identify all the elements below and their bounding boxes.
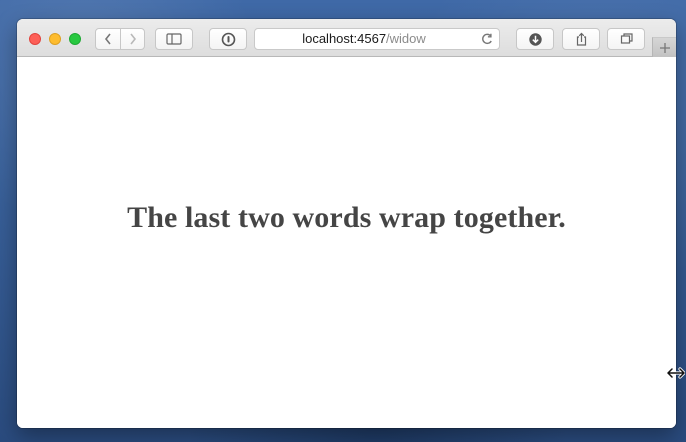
- chevron-right-icon: [130, 33, 137, 45]
- password-manager-button[interactable]: [209, 28, 247, 50]
- zoom-window-button[interactable]: [69, 33, 81, 45]
- downloads-button[interactable]: [516, 28, 554, 50]
- url-host: localhost:4567: [302, 31, 387, 46]
- new-tab-button[interactable]: [652, 37, 676, 57]
- sidebar-icon: [166, 33, 182, 45]
- password-manager-icon: [221, 32, 235, 46]
- minimize-window-button[interactable]: [49, 33, 61, 45]
- browser-toolbar: localhost:4567/widow: [17, 19, 676, 57]
- share-button[interactable]: [562, 28, 600, 50]
- url-path: /widow: [386, 31, 426, 46]
- back-button[interactable]: [96, 29, 121, 49]
- close-window-button[interactable]: [29, 33, 41, 45]
- address-bar[interactable]: localhost:4567/widow: [254, 28, 500, 50]
- page-content: The last two words wrap together.: [17, 57, 676, 428]
- tabs-icon: [620, 33, 633, 44]
- download-icon: [528, 32, 542, 46]
- plus-icon: [659, 42, 670, 53]
- sidebar-button[interactable]: [155, 28, 193, 50]
- chevron-left-icon: [104, 33, 111, 45]
- browser-window: localhost:4567/widow The last two words …: [17, 19, 676, 428]
- horizontal-resize-cursor-icon: [667, 367, 685, 379]
- share-icon: [576, 32, 586, 46]
- forward-button[interactable]: [121, 29, 144, 49]
- show-tabs-button[interactable]: [607, 28, 645, 50]
- page-headline: The last two words wrap together.: [127, 201, 566, 234]
- url-text: localhost:4567/widow: [255, 32, 473, 46]
- navigation-button-group: [95, 28, 145, 50]
- reload-icon[interactable]: [480, 32, 494, 46]
